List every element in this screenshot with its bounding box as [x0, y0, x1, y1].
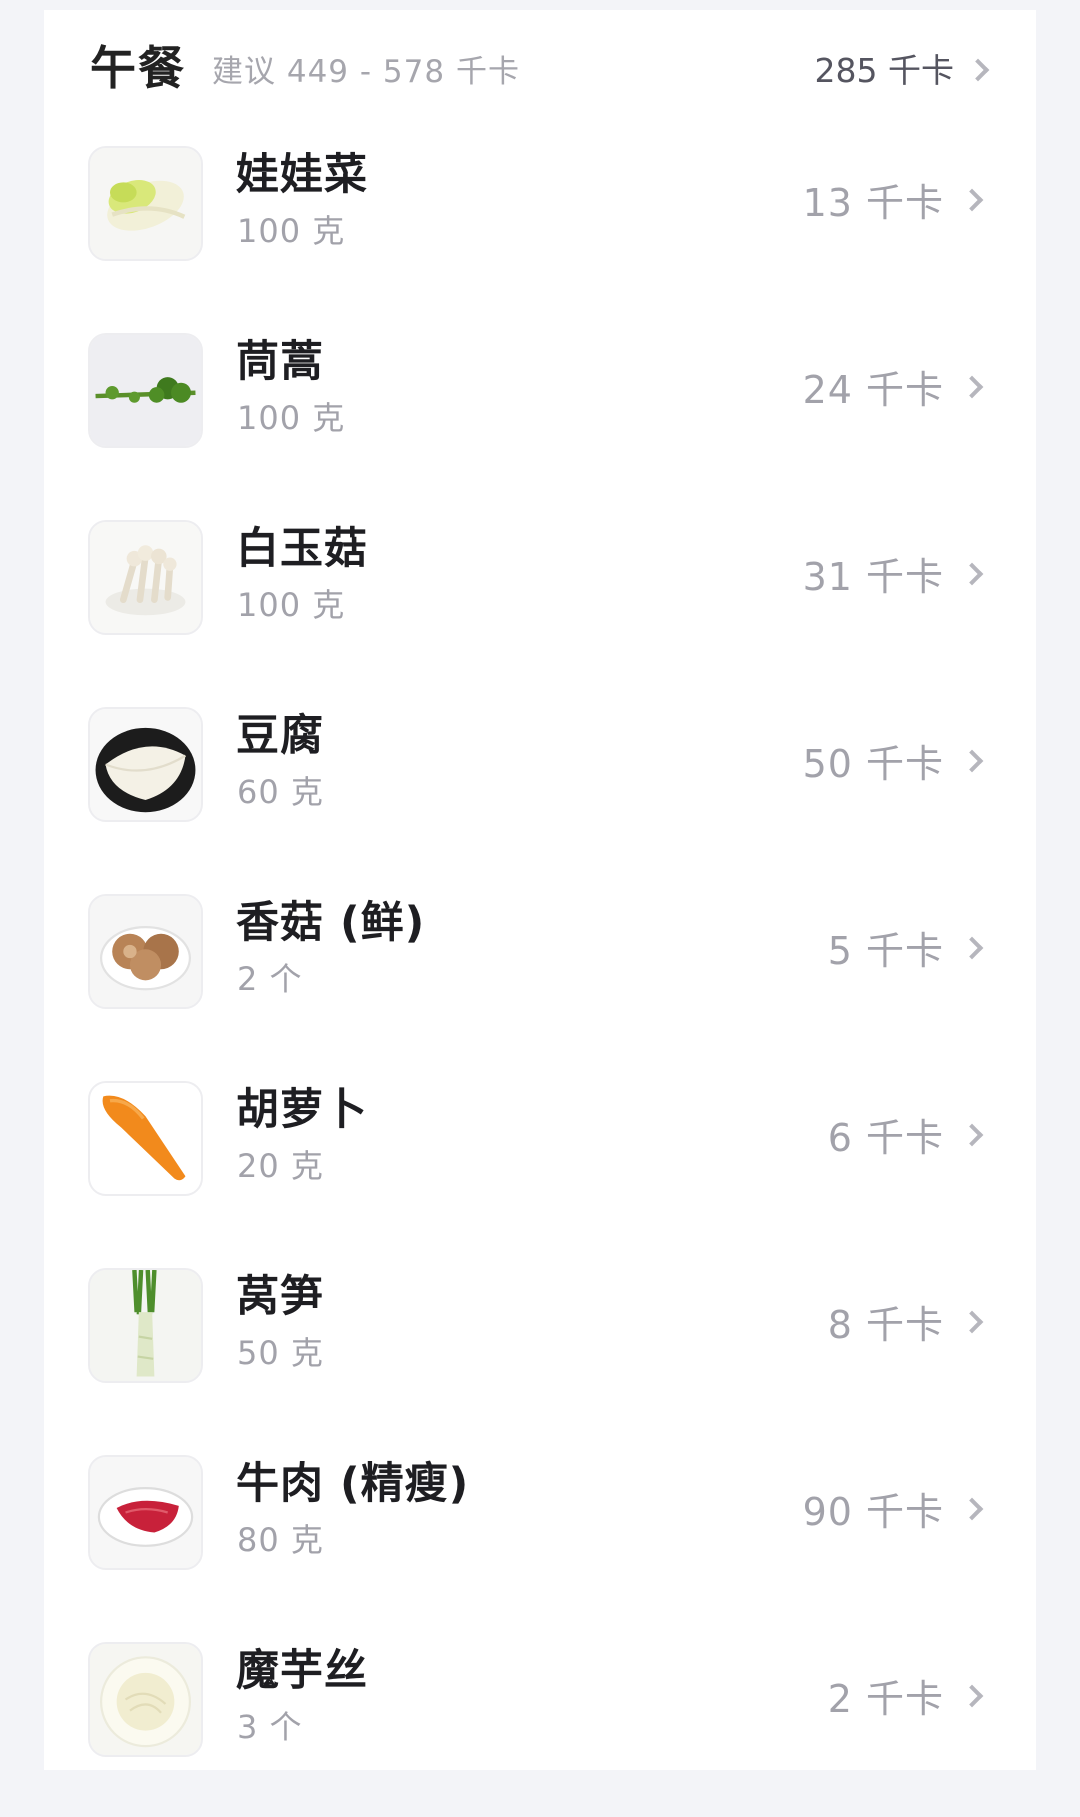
food-calories: 13 千卡: [802, 181, 944, 225]
food-calories: 5 千卡: [827, 929, 944, 973]
food-name: 魔芋丝: [236, 1646, 368, 1696]
food-name: 胡萝卜: [236, 1085, 368, 1135]
food-calories: 50 千卡: [802, 742, 944, 786]
chevron-right-icon: [960, 1497, 984, 1521]
food-calories: 31 千卡: [802, 555, 944, 599]
meal-title: 午餐: [90, 41, 186, 95]
food-item[interactable]: 茼蒿 100 克 24 千卡: [44, 321, 1036, 508]
food-name: 牛肉 (精瘦): [236, 1459, 470, 1509]
chevron-right-icon: [960, 1310, 984, 1334]
chevron-right-icon: [960, 188, 984, 212]
food-item[interactable]: 胡萝卜 20 克 6 千卡: [44, 1069, 1036, 1256]
food-quantity: 2 个: [237, 960, 303, 998]
food-list: 娃娃菜 100 克 13 千卡 茼蒿 100 克 24 千卡 白玉菇 100 克…: [44, 134, 1036, 1817]
chevron-right-icon: [960, 936, 984, 960]
crown-daisy-icon: [88, 333, 203, 448]
food-quantity: 3 个: [237, 1708, 303, 1746]
food-name: 娃娃菜: [236, 150, 368, 200]
food-name: 茼蒿: [236, 337, 324, 387]
chevron-right-icon: [960, 562, 984, 586]
carrot-icon: [88, 1081, 203, 1196]
food-calories: 6 千卡: [827, 1116, 944, 1160]
food-quantity: 100 克: [237, 586, 346, 624]
food-item[interactable]: 牛肉 (精瘦) 80 克 90 千卡: [44, 1443, 1036, 1630]
chevron-right-icon: [966, 58, 990, 82]
baby-cabbage-icon: [88, 146, 203, 261]
food-name: 豆腐: [236, 711, 324, 761]
food-quantity: 50 克: [237, 1334, 324, 1372]
chevron-right-icon: [960, 749, 984, 773]
food-item[interactable]: 莴笋 50 克 8 千卡: [44, 1256, 1036, 1443]
food-item[interactable]: 白玉菇 100 克 31 千卡: [44, 508, 1036, 695]
food-quantity: 80 克: [237, 1521, 324, 1559]
beef-icon: [88, 1455, 203, 1570]
meal-total-calories: 285 千卡: [814, 51, 954, 90]
food-calories: 8 千卡: [827, 1303, 944, 1347]
food-calories: 24 千卡: [802, 368, 944, 412]
food-name: 香菇 (鲜): [236, 898, 426, 948]
food-calories: 90 千卡: [802, 1490, 944, 1534]
lettuce-stem-icon: [88, 1268, 203, 1383]
white-mushroom-icon: [88, 520, 203, 635]
food-item[interactable]: 豆腐 60 克 50 千卡: [44, 695, 1036, 882]
chevron-right-icon: [960, 1123, 984, 1147]
konjac-noodle-icon: [88, 1642, 203, 1757]
shiitake-icon: [88, 894, 203, 1009]
food-quantity: 20 克: [237, 1147, 324, 1185]
food-item[interactable]: 香菇 (鲜) 2 个 5 千卡: [44, 882, 1036, 1069]
food-quantity: 100 克: [237, 212, 346, 250]
food-calories: 2 千卡: [827, 1677, 944, 1721]
chevron-right-icon: [960, 375, 984, 399]
chevron-right-icon: [960, 1684, 984, 1708]
food-quantity: 100 克: [237, 399, 346, 437]
food-item[interactable]: 娃娃菜 100 克 13 千卡: [44, 134, 1036, 321]
meal-header[interactable]: 午餐 建议 449 - 578 千卡 285 千卡: [44, 10, 1036, 120]
meal-calorie-suggestion: 建议 449 - 578 千卡: [212, 54, 520, 90]
food-item[interactable]: 魔芋丝 3 个 2 千卡: [44, 1630, 1036, 1817]
meal-card: 午餐 建议 449 - 578 千卡 285 千卡 娃娃菜 100 克 13 千…: [44, 10, 1036, 1770]
food-name: 白玉菇: [236, 524, 368, 574]
food-quantity: 60 克: [237, 773, 324, 811]
food-name: 莴笋: [236, 1272, 324, 1322]
tofu-icon: [88, 707, 203, 822]
